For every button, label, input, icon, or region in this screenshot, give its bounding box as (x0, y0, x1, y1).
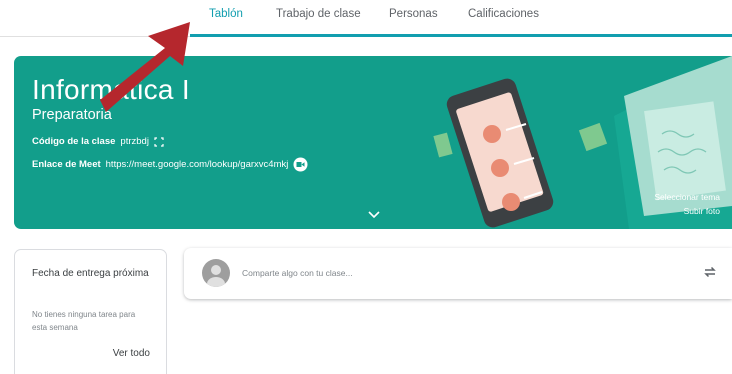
select-theme-link[interactable]: Seleccionar tema (654, 192, 720, 202)
meet-url[interactable]: https://meet.google.com/lookup/garxvc4mk… (106, 159, 289, 170)
view-all-link[interactable]: Ver todo (113, 348, 150, 359)
active-tab-underline (190, 34, 732, 37)
upload-photo-link[interactable]: Subir foto (684, 206, 720, 216)
class-section: Preparatoria (32, 107, 112, 123)
tab-grades[interactable]: Calificaciones (468, 8, 539, 20)
meet-link-row: Enlace de Meet https://meet.google.com/l… (32, 157, 308, 172)
fullscreen-icon[interactable] (154, 136, 164, 147)
meet-label: Enlace de Meet (32, 159, 101, 170)
banner-illustration (433, 56, 732, 229)
tab-stream[interactable]: Tablón (209, 8, 243, 20)
class-code-row: Código de la clase ptrzbdj (32, 136, 164, 147)
class-code-value: ptrzbdj (120, 136, 149, 147)
class-code-label: Código de la clase (32, 136, 116, 147)
class-title: Informatica I (32, 74, 190, 105)
share-placeholder[interactable]: Comparte algo con tu clase... (242, 268, 353, 278)
avatar-icon (202, 259, 230, 287)
upcoming-heading: Fecha de entrega próxima (32, 268, 149, 279)
repost-icon[interactable] (702, 264, 718, 285)
class-banner: Informatica I Preparatoria Código de la … (14, 56, 732, 229)
chevron-down-icon[interactable] (368, 206, 380, 224)
share-box[interactable]: Comparte algo con tu clase... (184, 248, 732, 299)
upcoming-card: Fecha de entrega próxima No tienes ningu… (14, 249, 167, 374)
video-camera-icon[interactable] (293, 157, 308, 172)
upcoming-empty-text: No tienes ninguna tarea para esta semana (32, 310, 136, 332)
top-nav: Tablón Trabajo de clase Personas Calific… (0, 0, 732, 37)
tab-people[interactable]: Personas (389, 8, 438, 20)
tab-classwork[interactable]: Trabajo de clase (276, 8, 361, 20)
